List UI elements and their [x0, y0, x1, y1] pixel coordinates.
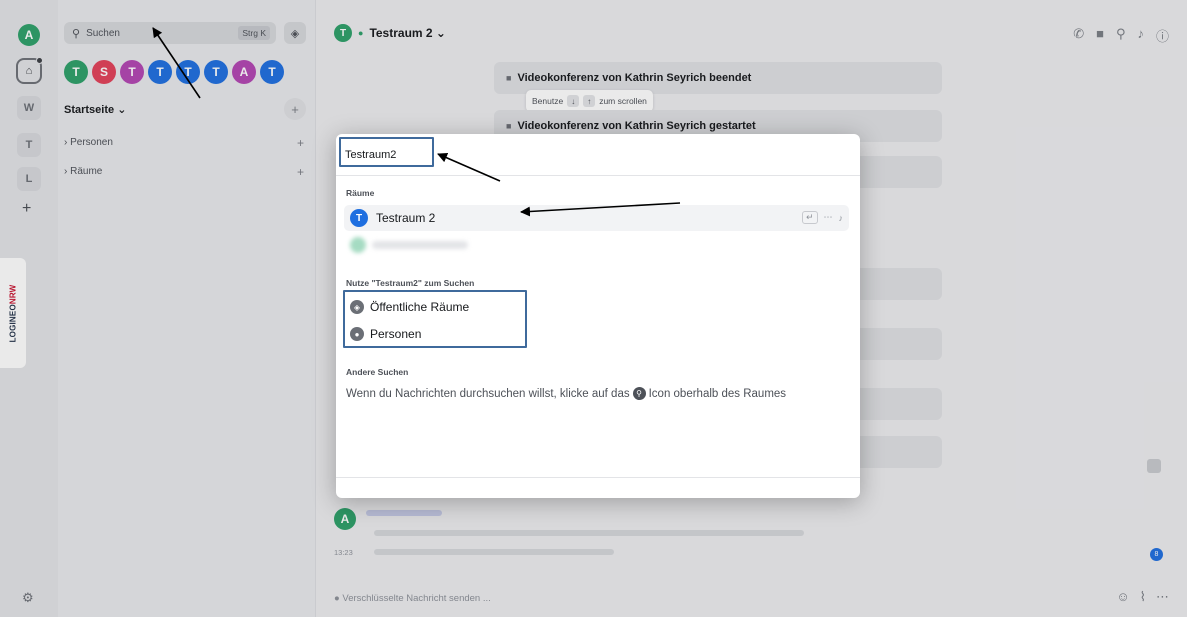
- blurred-room-result[interactable]: [350, 237, 468, 253]
- enter-key-icon: ↵: [801, 211, 818, 224]
- result-room-name: Testraum 2: [376, 211, 436, 225]
- result-more-icon[interactable]: ⋯: [824, 212, 833, 223]
- hint-before: Wenn du Nachrichten durchsuchen willst, …: [346, 387, 630, 400]
- dialog-footer-divider: [336, 477, 860, 478]
- search-hint: Wenn du Nachrichten durchsuchen willst, …: [346, 387, 786, 400]
- result-bell-icon[interactable]: ♪: [839, 213, 844, 223]
- other-searches-heading: Andere Suchen: [346, 367, 409, 377]
- annotation-box-options: [343, 290, 527, 348]
- search-icon: ⚲: [632, 387, 646, 400]
- rooms-heading: Räume: [346, 188, 375, 198]
- app-window: A ⌂ W T L + LOGINEONRW ⚙ ⚲ Suchen Strg K…: [0, 0, 1187, 617]
- result-room-avatar: T: [350, 209, 368, 227]
- hint-after: Icon oberhalb des Raumes: [648, 387, 787, 400]
- use-query-heading: Nutze "Testraum2" zum Suchen: [346, 278, 475, 288]
- annotation-box-query: [339, 137, 434, 167]
- result-actions: ↵ ⋯ ♪: [801, 211, 844, 224]
- blurred-avatar: [350, 237, 366, 253]
- room-result-testraum-2[interactable]: T Testraum 2 ↵ ⋯ ♪: [344, 205, 849, 231]
- blurred-name: [372, 241, 468, 249]
